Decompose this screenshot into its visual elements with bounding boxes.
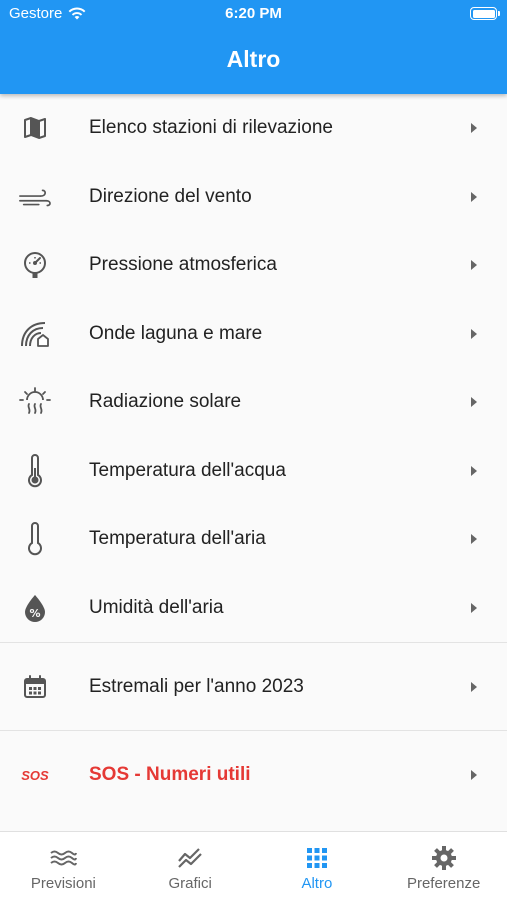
sos-icon: SOS (18, 758, 52, 792)
menu-item-wind[interactable]: Direzione del vento (0, 163, 507, 232)
menu-item-label: Onde laguna e mare (89, 322, 263, 344)
chevron-right-icon (471, 123, 477, 134)
status-bar: Gestore 6:20 PM (0, 0, 507, 28)
menu-item-label: Temperatura dell'acqua (89, 459, 286, 481)
thermometer-icon (18, 522, 52, 556)
menu-item-humidity[interactable]: % Umidità dell'aria (0, 574, 507, 643)
chevron-right-icon (471, 769, 477, 780)
status-time: 6:20 PM (225, 5, 282, 22)
tab-bar: Previsioni Grafici Altro Preferenze (0, 831, 507, 900)
chevron-right-icon (471, 602, 477, 613)
menu-item-water-temperature[interactable]: Temperatura dell'acqua (0, 437, 507, 506)
tab-altro[interactable]: Altro (254, 832, 381, 900)
menu-item-label: Umidità dell'aria (89, 596, 224, 618)
grid-icon (306, 845, 328, 871)
menu-item-label: Radiazione solare (89, 391, 242, 413)
svg-text:%: % (29, 607, 40, 620)
map-icon (18, 111, 52, 145)
menu-item-label: Temperatura dell'aria (89, 528, 266, 550)
waves-icon (49, 845, 78, 871)
menu-item-solar[interactable]: Radiazione solare (0, 368, 507, 437)
sos-icon-text: SOS (21, 768, 49, 783)
menu-item-air-temperature[interactable]: Temperatura dell'aria (0, 505, 507, 574)
chevron-right-icon (471, 681, 477, 692)
app-header: Gestore 6:20 PM Altro (0, 0, 507, 94)
gear-icon (431, 845, 457, 871)
chart-line-icon (177, 845, 203, 871)
menu-item-sos[interactable]: SOS SOS - Numeri utili (0, 731, 507, 818)
menu-item-label: Pressione atmosferica (89, 254, 277, 276)
menu-item-label: Direzione del vento (89, 185, 252, 207)
chevron-right-icon (471, 465, 477, 476)
tab-grafici[interactable]: Grafici (127, 832, 254, 900)
menu-item-label: SOS - Numeri utili (89, 763, 251, 785)
battery-icon (470, 7, 500, 20)
gauge-icon (18, 248, 52, 282)
menu-item-stations[interactable]: Elenco stazioni di rilevazione (0, 94, 507, 163)
chevron-right-icon (471, 191, 477, 202)
menu-item-label: Estremali per l'anno 2023 (89, 675, 304, 697)
tab-label: Altro (301, 875, 333, 892)
tab-label: Preferenze (406, 875, 481, 892)
tab-label: Grafici (168, 875, 212, 892)
page-title: Altro (226, 46, 281, 72)
chevron-right-icon (471, 328, 477, 339)
tab-label: Previsioni (30, 875, 96, 892)
chevron-right-icon (471, 260, 477, 271)
menu-item-pressure[interactable]: Pressione atmosferica (0, 231, 507, 300)
calendar-icon (18, 670, 52, 704)
chevron-right-icon (471, 534, 477, 545)
tab-previsioni[interactable]: Previsioni (0, 832, 127, 900)
chevron-right-icon (471, 397, 477, 408)
tab-preferenze[interactable]: Preferenze (380, 832, 507, 900)
sun-heat-icon (18, 385, 52, 419)
menu-list: Elenco stazioni di rilevazione Direzione… (0, 94, 507, 831)
humidity-drop-icon: % (18, 591, 52, 625)
menu-item-label: Elenco stazioni di rilevazione (89, 117, 333, 139)
wind-icon (18, 180, 52, 214)
waves-house-icon (18, 317, 52, 351)
menu-item-extremes[interactable]: Estremali per l'anno 2023 (0, 643, 507, 730)
thermometer-filled-icon (18, 453, 52, 488)
menu-item-waves[interactable]: Onde laguna e mare (0, 300, 507, 369)
